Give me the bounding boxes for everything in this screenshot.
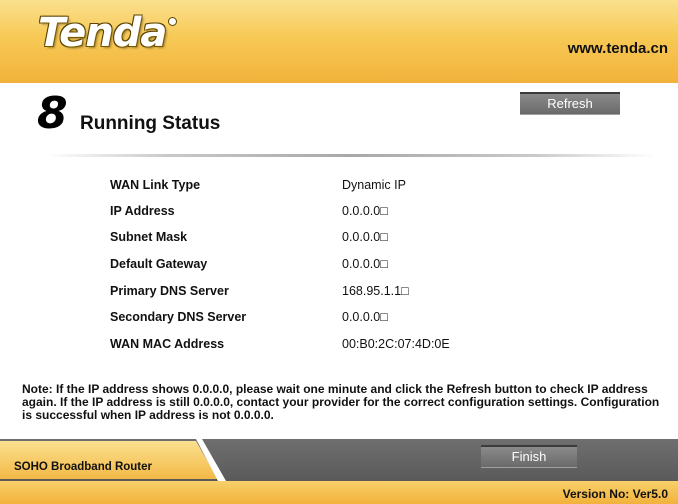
status-label: Primary DNS Server xyxy=(110,284,229,298)
status-value: 168.95.1.1□ xyxy=(342,284,409,298)
product-name: SOHO Broadband Router xyxy=(14,461,153,473)
status-row-wan-mac: WAN MAC Address 00:B0:2C:07:4D:0E xyxy=(0,337,678,359)
version-label: Version No: Ver5.0 xyxy=(562,487,668,501)
status-row-ip-address: IP Address 0.0.0.0□ xyxy=(0,204,678,226)
status-label: Default Gateway xyxy=(110,257,208,271)
status-label: IP Address xyxy=(110,204,175,218)
status-row-secondary-dns: Secondary DNS Server 0.0.0.0□ xyxy=(0,310,678,332)
status-label: WAN Link Type xyxy=(110,178,201,192)
status-value: Dynamic IP xyxy=(342,178,406,192)
status-value: 0.0.0.0□ xyxy=(342,310,388,324)
status-value: 0.0.0.0□ xyxy=(342,204,388,218)
status-value: 0.0.0.0□ xyxy=(342,230,388,244)
help-note: Note: If the IP address shows 0.0.0.0, p… xyxy=(22,382,660,422)
section-divider xyxy=(45,154,655,157)
refresh-button[interactable]: Refresh xyxy=(520,92,620,115)
page-title: Running Status xyxy=(80,113,221,134)
status-row-subnet-mask: Subnet Mask 0.0.0.0□ xyxy=(0,230,678,252)
status-row-default-gateway: Default Gateway 0.0.0.0□ xyxy=(0,257,678,279)
logo-registered-mark xyxy=(168,17,177,26)
status-label: WAN MAC Address xyxy=(110,337,225,351)
finish-button[interactable]: Finish xyxy=(481,445,577,468)
status-label: Subnet Mask xyxy=(110,230,188,244)
step-number: 8 xyxy=(37,88,68,139)
status-row-wan-link-type: WAN Link Type Dynamic IP xyxy=(0,178,678,200)
status-label: Secondary DNS Server xyxy=(110,310,247,324)
site-url: www.tenda.cn xyxy=(567,40,668,57)
status-row-primary-dns: Primary DNS Server 168.95.1.1□ xyxy=(0,284,678,306)
tenda-logo: Tenda xyxy=(38,10,167,56)
status-value: 00:B0:2C:07:4D:0E xyxy=(342,337,450,351)
footer-tab xyxy=(0,441,218,479)
status-value: 0.0.0.0□ xyxy=(342,257,388,271)
